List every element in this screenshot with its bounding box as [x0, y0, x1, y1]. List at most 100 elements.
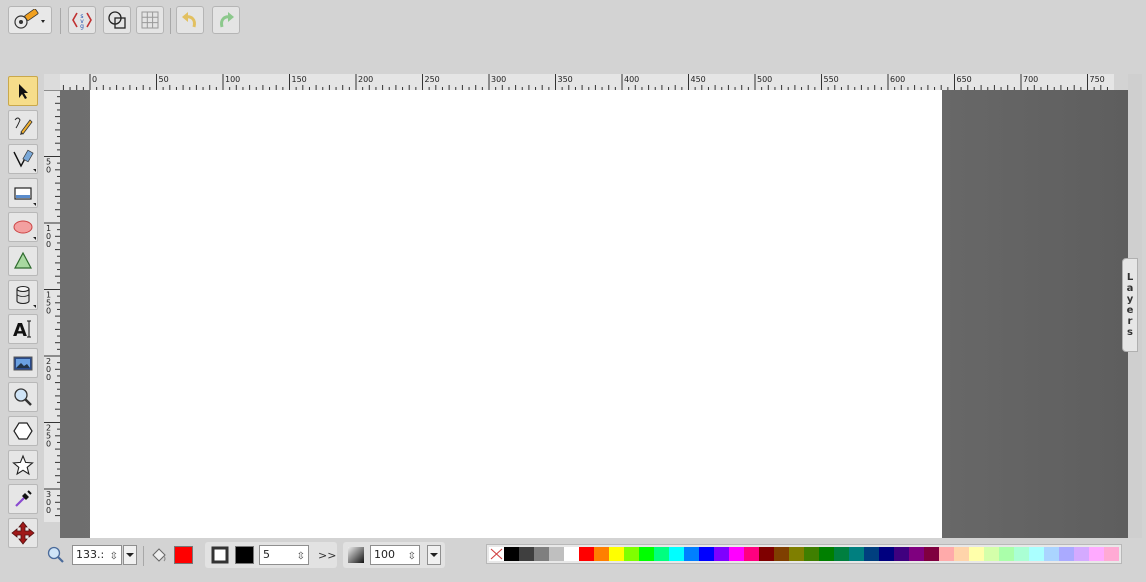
- ruler-label: 500: [757, 75, 772, 84]
- text-tool[interactable]: A: [8, 314, 38, 344]
- palette-swatch[interactable]: [1089, 547, 1104, 561]
- undo-button[interactable]: [176, 6, 204, 34]
- palette-swatch[interactable]: [714, 547, 729, 561]
- svg-source-icon: s v g: [72, 12, 92, 30]
- polygon-tool[interactable]: [8, 416, 38, 446]
- pencil-icon: [14, 117, 33, 135]
- palette-swatch[interactable]: [864, 547, 879, 561]
- palette-swatch[interactable]: [804, 547, 819, 561]
- source-editor-button[interactable]: s v g: [68, 6, 96, 34]
- opacity-input[interactable]: 100 ⇳: [370, 545, 420, 565]
- logo-pencil-icon: [14, 9, 45, 29]
- palette-swatch[interactable]: [819, 547, 834, 561]
- palette-swatch[interactable]: [939, 547, 954, 561]
- stroke-width-spinner-icon[interactable]: ⇳: [297, 548, 305, 566]
- pencil-tool[interactable]: [8, 110, 38, 140]
- ruler-label: 0: [92, 75, 97, 84]
- stroke-color-swatch[interactable]: [235, 546, 254, 564]
- palette-swatch[interactable]: [774, 547, 789, 561]
- palette-swatch[interactable]: [909, 547, 924, 561]
- palette-swatch[interactable]: [699, 547, 714, 561]
- palette-swatch[interactable]: [534, 547, 549, 561]
- svg-text:A: A: [13, 320, 27, 340]
- palette-swatch[interactable]: [879, 547, 894, 561]
- no-color-icon[interactable]: [489, 547, 504, 561]
- svg-canvas[interactable]: [90, 90, 942, 538]
- palette-swatch[interactable]: [579, 547, 594, 561]
- pen-path-icon: [13, 149, 34, 168]
- palette-swatch[interactable]: [654, 547, 669, 561]
- palette-swatch[interactable]: [969, 547, 984, 561]
- zoom-spinner-icon[interactable]: ⇳: [110, 548, 118, 566]
- wireframe-button[interactable]: [103, 6, 131, 34]
- layers-tab[interactable]: L a y e r s: [1122, 258, 1138, 352]
- palette-swatch[interactable]: [744, 547, 759, 561]
- ruler-label: 300: [491, 75, 506, 84]
- palette-swatch[interactable]: [729, 547, 744, 561]
- redo-button[interactable]: [212, 6, 240, 34]
- ruler-label: 350: [558, 75, 573, 84]
- palette-swatch[interactable]: [849, 547, 864, 561]
- select-tool[interactable]: [8, 76, 38, 106]
- palette-swatch[interactable]: [759, 547, 774, 561]
- palette-swatch[interactable]: [1044, 547, 1059, 561]
- ruler-label: 550: [824, 75, 839, 84]
- ruler-label: 200: [358, 75, 373, 84]
- palette-swatch[interactable]: [924, 547, 939, 561]
- palette-swatch[interactable]: [999, 547, 1014, 561]
- palette-swatch[interactable]: [984, 547, 999, 561]
- cylinder-tool[interactable]: [8, 280, 38, 310]
- stroke-width-input[interactable]: 5 ⇳: [259, 545, 309, 565]
- palette-swatch[interactable]: [609, 547, 624, 561]
- palette-swatch[interactable]: [834, 547, 849, 561]
- layers-tab-letter: a: [1126, 283, 1134, 294]
- palette-swatch[interactable]: [789, 547, 804, 561]
- palette-swatch[interactable]: [1014, 547, 1029, 561]
- palette-swatch[interactable]: [594, 547, 609, 561]
- vertical-ruler-ticks: 5 0 1 0 0 1 5 0 2 0 0 2 5 0 3 0 0: [44, 90, 60, 517]
- zoom-input[interactable]: 133.: ⇳: [72, 545, 122, 565]
- palette-swatch[interactable]: [1029, 547, 1044, 561]
- star-tool[interactable]: [8, 450, 38, 480]
- shapelib-tool[interactable]: [8, 246, 38, 276]
- ruler-label: 100: [46, 224, 51, 249]
- palette-swatch[interactable]: [684, 547, 699, 561]
- hexagon-icon: [13, 422, 33, 440]
- grid-button[interactable]: [136, 6, 164, 34]
- eyedropper-tool[interactable]: [8, 484, 38, 514]
- text-icon: A: [13, 320, 31, 340]
- star-icon: [12, 454, 34, 476]
- palette-swatch[interactable]: [549, 547, 564, 561]
- magnifier-icon: [14, 388, 32, 406]
- path-tool[interactable]: [8, 144, 38, 174]
- palette-swatch[interactable]: [954, 547, 969, 561]
- fill-color-swatch[interactable]: [174, 546, 193, 564]
- ruler-label: 50: [46, 158, 51, 175]
- zoom-tool[interactable]: [8, 382, 38, 412]
- palette-swatch[interactable]: [1074, 547, 1089, 561]
- ruler-label: 450: [691, 75, 706, 84]
- palette-swatch[interactable]: [624, 547, 639, 561]
- palette-swatch[interactable]: [564, 547, 579, 561]
- opacity-spinner-icon[interactable]: ⇳: [408, 548, 416, 566]
- ellipse-tool[interactable]: [8, 212, 38, 242]
- horizontal-ruler-ticks: 0 50 100 150 200 250 300 350 400 450 500 550 600 650 7…: [62, 74, 1108, 90]
- palette-swatch[interactable]: [894, 547, 909, 561]
- rect-tool[interactable]: [8, 178, 38, 208]
- main-menu-button[interactable]: [8, 6, 52, 34]
- opacity-dropdown-button[interactable]: [427, 545, 441, 565]
- ruler-label: 650: [957, 75, 972, 84]
- palette-swatch[interactable]: [1104, 547, 1119, 561]
- image-tool[interactable]: [8, 348, 38, 378]
- stroke-width-value: 5: [263, 548, 270, 561]
- ruler-label: 150: [292, 75, 307, 84]
- palette-swatch[interactable]: [519, 547, 534, 561]
- more-stroke-options[interactable]: >>: [318, 549, 336, 562]
- palette-swatch[interactable]: [504, 547, 519, 561]
- ruler-label: 600: [890, 75, 905, 84]
- palette-swatch[interactable]: [639, 547, 654, 561]
- palette-swatch[interactable]: [669, 547, 684, 561]
- zoom-dropdown-button[interactable]: [123, 545, 137, 565]
- palette-swatch[interactable]: [1059, 547, 1074, 561]
- workarea[interactable]: [60, 90, 1128, 538]
